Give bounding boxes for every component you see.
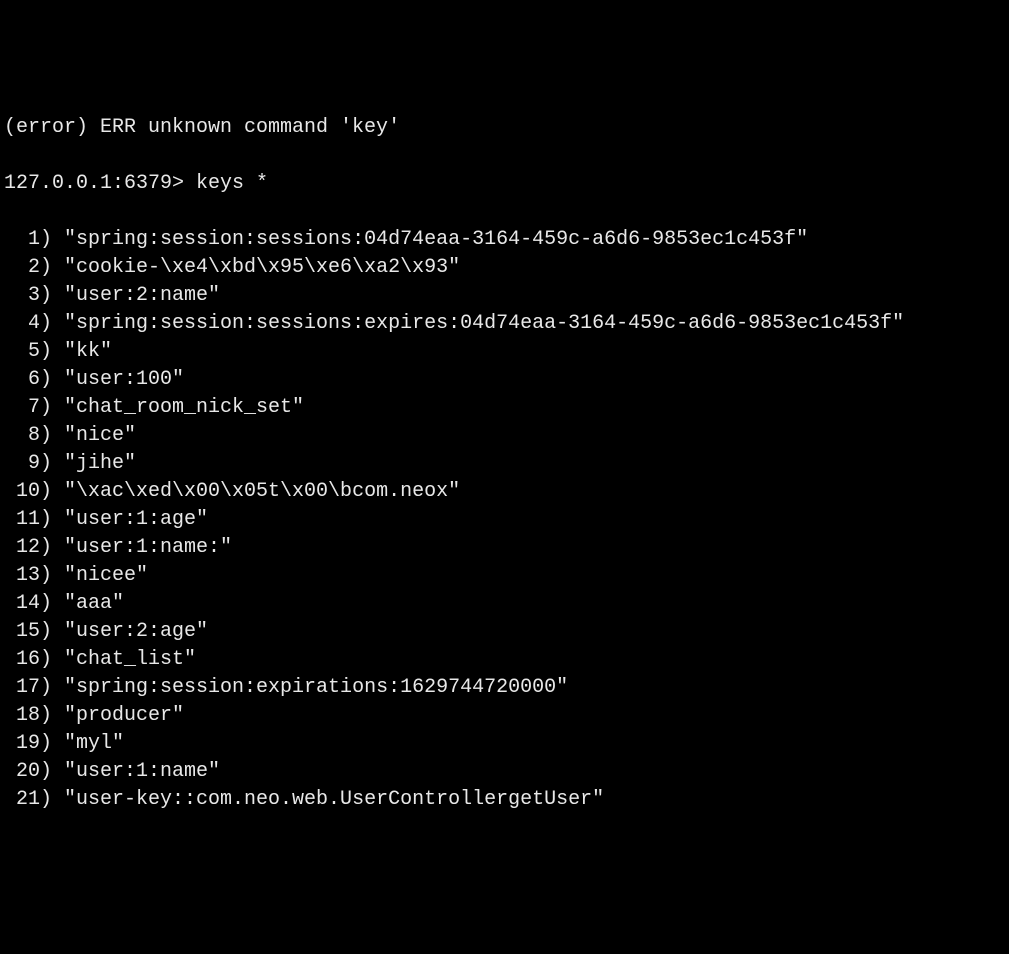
paren: ) [40,620,64,643]
result-index: 20 [4,758,40,786]
result-row: 16) "chat_list" [4,646,1005,674]
result-row: 7) "chat_room_nick_set" [4,394,1005,422]
result-row: 11) "user:1:age" [4,506,1005,534]
result-row: 20) "user:1:name" [4,758,1005,786]
result-value: "jihe" [64,452,136,475]
result-value: "chat_room_nick_set" [64,396,304,419]
paren: ) [40,340,64,363]
results-list: 1) "spring:session:sessions:04d74eaa-316… [4,226,1005,814]
result-row: 10) "\xac\xed\x00\x05t\x00\bcom.neox" [4,478,1005,506]
result-row: 2) "cookie-\xe4\xbd\x95\xe6\xa2\x93" [4,254,1005,282]
paren: ) [40,648,64,671]
result-index: 19 [4,730,40,758]
result-value: "nicee" [64,564,148,587]
result-row: 19) "myl" [4,730,1005,758]
paren: ) [40,676,64,699]
result-row: 12) "user:1:name:" [4,534,1005,562]
result-value: "user:100" [64,368,184,391]
paren: ) [40,452,64,475]
result-index: 4 [4,310,40,338]
paren: ) [40,536,64,559]
prompt: 127.0.0.1:6379> [4,172,196,195]
paren: ) [40,396,64,419]
result-row: 13) "nicee" [4,562,1005,590]
result-row: 8) "nice" [4,422,1005,450]
result-index: 11 [4,506,40,534]
result-value: "cookie-\xe4\xbd\x95\xe6\xa2\x93" [64,256,460,279]
result-row: 21) "user-key::com.neo.web.UserControlle… [4,786,1005,814]
result-index: 16 [4,646,40,674]
paren: ) [40,480,64,503]
result-index: 10 [4,478,40,506]
result-value: "myl" [64,732,124,755]
paren: ) [40,508,64,531]
result-row: 5) "kk" [4,338,1005,366]
result-value: "user:2:name" [64,284,220,307]
result-value: "nice" [64,424,136,447]
result-index: 18 [4,702,40,730]
result-index: 7 [4,394,40,422]
result-index: 3 [4,282,40,310]
result-index: 9 [4,450,40,478]
result-index: 17 [4,674,40,702]
result-index: 14 [4,590,40,618]
result-value: "spring:session:expirations:162974472000… [64,676,568,699]
paren: ) [40,228,64,251]
result-row: 15) "user:2:age" [4,618,1005,646]
result-value: "\xac\xed\x00\x05t\x00\bcom.neox" [64,480,460,503]
result-value: "user:2:age" [64,620,208,643]
result-row: 17) "spring:session:expirations:16297447… [4,674,1005,702]
result-index: 6 [4,366,40,394]
paren: ) [40,284,64,307]
paren: ) [40,564,64,587]
paren: ) [40,704,64,727]
result-value: "user-key::com.neo.web.UserControllerget… [64,788,604,811]
result-index: 12 [4,534,40,562]
result-index: 21 [4,786,40,814]
result-value: "user:1:name" [64,760,220,783]
paren: ) [40,760,64,783]
result-row: 6) "user:100" [4,366,1005,394]
result-row: 18) "producer" [4,702,1005,730]
result-value: "kk" [64,340,112,363]
paren: ) [40,424,64,447]
paren: ) [40,368,64,391]
paren: ) [40,592,64,615]
command-text: keys * [196,172,268,195]
result-row: 1) "spring:session:sessions:04d74eaa-316… [4,226,1005,254]
paren: ) [40,256,64,279]
result-row: 14) "aaa" [4,590,1005,618]
result-value: "aaa" [64,592,124,615]
result-index: 2 [4,254,40,282]
result-index: 5 [4,338,40,366]
result-row: 4) "spring:session:sessions:expires:04d7… [4,310,1005,338]
result-value: "user:1:name:" [64,536,232,559]
result-value: "chat_list" [64,648,196,671]
paren: ) [40,312,64,335]
result-index: 1 [4,226,40,254]
result-index: 8 [4,422,40,450]
result-index: 13 [4,562,40,590]
result-index: 15 [4,618,40,646]
result-value: "spring:session:sessions:expires:04d74ea… [64,312,904,335]
result-value: "producer" [64,704,184,727]
result-value: "spring:session:sessions:04d74eaa-3164-4… [64,228,808,251]
result-value: "user:1:age" [64,508,208,531]
paren: ) [40,788,64,811]
result-row: 9) "jihe" [4,450,1005,478]
paren: ) [40,732,64,755]
result-row: 3) "user:2:name" [4,282,1005,310]
error-line: (error) ERR unknown command 'key' [4,114,1005,142]
command-line[interactable]: 127.0.0.1:6379> keys * [4,170,1005,198]
